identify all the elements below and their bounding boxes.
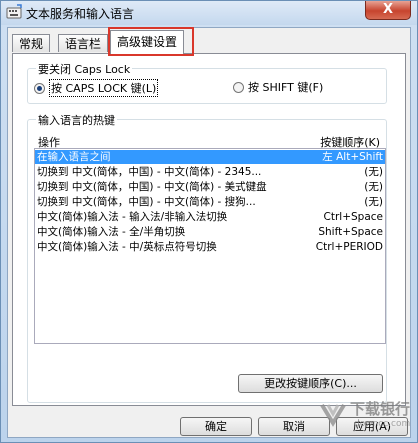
watermark-logo: 下载银行 downcc.com [318,393,416,437]
app-icon [6,4,22,19]
list-item-action: 切换到 中文(简体，中国) - 中文(简体) - 美式键盘 [37,181,267,193]
list-item[interactable]: 切换到 中文(简体，中国) - 中文(简体) - 美式键盘 (无) [35,180,385,194]
ok-button[interactable]: 确定 [180,417,252,436]
watermark-icon [320,403,346,427]
list-item-keys: Ctrl+Space [323,211,383,223]
list-item-keys: Ctrl+PERIOD [315,241,383,253]
tab-general-label: 常规 [19,37,44,51]
list-item[interactable]: 中文(简体)输入法 - 中/英标点符号切换 Ctrl+PERIOD [35,240,385,254]
hotkeys-group: 输入语言的热键 操作 按键顺序(K) 在输入语言之间 左 Alt+Shift 切… [27,112,387,403]
list-item[interactable]: 切换到 中文(简体，中国) - 中文(简体) - 2345... (无) [35,165,385,179]
tab-panel: 要关闭 Caps Lock 按 CAPS LOCK 键(L) 按 SHIFT 键… [12,53,406,406]
shift-option[interactable]: 按 SHIFT 键(F) [233,79,323,95]
list-item[interactable]: 切换到 中文(简体，中国) - 中文(简体) - 搜狗... (无) [35,195,385,209]
change-key-sequence-button[interactable]: 更改按键顺序(C)... [238,374,383,393]
shift-radio[interactable] [233,81,244,93]
shift-option-label: 按 SHIFT 键(F) [248,81,324,94]
list-item-action: 在输入语言之间 [37,151,111,163]
list-item-action: 中文(简体)输入法 - 中/英标点符号切换 [37,241,217,253]
tab-general[interactable]: 常规 [12,34,51,52]
tab-language-bar-label: 语言栏 [65,37,102,51]
list-item-action: 切换到 中文(简体，中国) - 中文(简体) - 2345... [37,166,262,178]
dialog-window: 文本服务和输入语言 X 常规 语言栏 高级键设置 要关闭 Caps Lock 按… [0,0,418,443]
list-item-action: 切换到 中文(简体，中国) - 中文(简体) - 搜狗... [37,196,256,208]
hotkeys-group-label: 输入语言的热键 [36,112,117,128]
window-title: 文本服务和输入语言 [26,7,135,21]
list-item-keys: (无) [364,166,383,178]
list-item-action: 中文(简体)输入法 - 全/半角切换 [37,226,186,238]
tab-highlight-box [108,27,194,56]
caps-lock-option[interactable]: 按 CAPS LOCK 键(L) [34,79,159,97]
title-bar[interactable]: 文本服务和输入语言 X [1,1,417,25]
list-item-keys: (无) [364,181,383,193]
close-button[interactable]: X [365,1,411,20]
dialog-client-area: 常规 语言栏 高级键设置 要关闭 Caps Lock 按 CAPS LOCK 键… [7,27,411,438]
list-item-keys: Shift+Space [318,226,383,238]
tab-language-bar[interactable]: 语言栏 [58,34,109,52]
close-icon: X [382,2,394,17]
watermark-text: 下载银行 [350,400,411,418]
hotkeys-list[interactable]: 在输入语言之间 左 Alt+Shift 切换到 中文(简体，中国) - 中文(简… [34,148,386,344]
list-item-keys: 左 Alt+Shift [322,151,383,163]
list-item-keys: (无) [364,196,383,208]
list-item[interactable]: 中文(简体)输入法 - 输入法/非输入法切换 Ctrl+Space [35,210,385,224]
list-item-action: 中文(简体)输入法 - 输入法/非输入法切换 [37,211,228,223]
caps-lock-radio[interactable] [34,82,45,94]
caps-lock-group: 要关闭 Caps Lock 按 CAPS LOCK 键(L) 按 SHIFT 键… [27,61,387,104]
caps-lock-option-label: 按 CAPS LOCK 键(L) [49,79,159,97]
watermark-url: downcc.com [354,419,411,429]
caps-lock-group-label: 要关闭 Caps Lock [36,61,133,77]
list-item[interactable]: 在输入语言之间 左 Alt+Shift [35,150,385,164]
list-item[interactable]: 中文(简体)输入法 - 全/半角切换 Shift+Space [35,225,385,239]
